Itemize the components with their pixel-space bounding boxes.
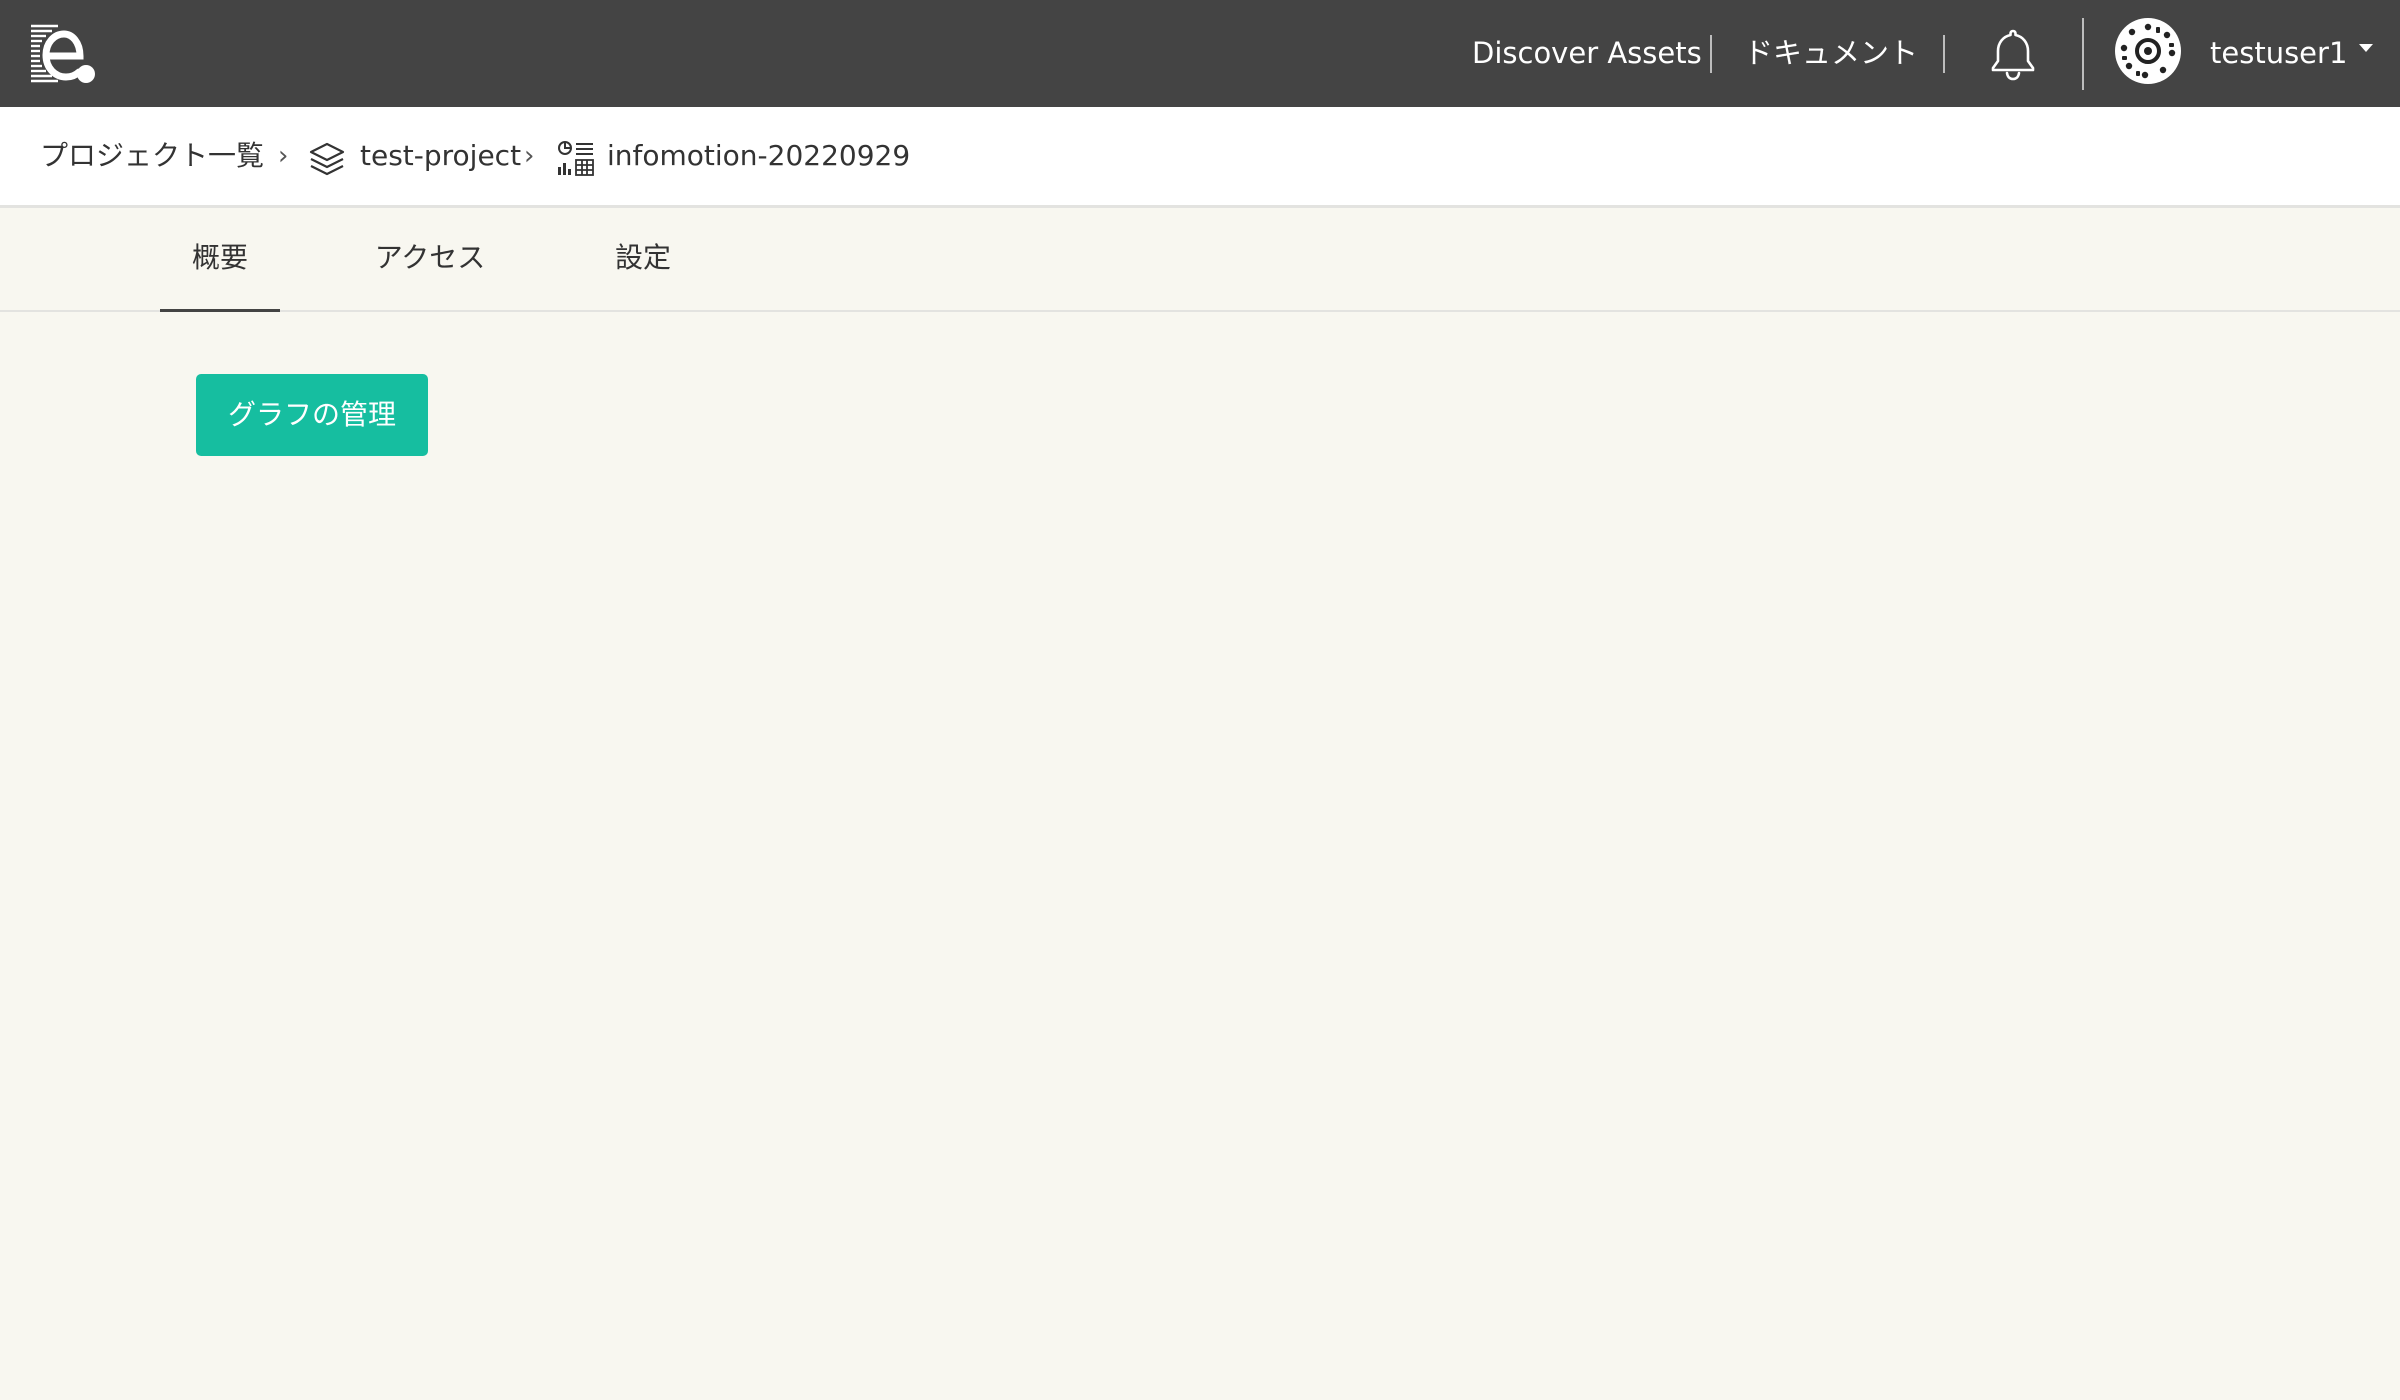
user-menu-toggle[interactable]: testuser1 (2210, 30, 2374, 76)
tab-access[interactable]: アクセス (360, 208, 500, 308)
breadcrumb-projects-link[interactable]: プロジェクト一覧 (40, 133, 264, 179)
top-navigation-bar: Discover Assets ドキュメント testuser1 (0, 0, 2400, 107)
nav-divider (1943, 35, 1945, 73)
tab-overview[interactable]: 概要 (160, 208, 280, 312)
tab-settings[interactable]: 設定 (590, 208, 696, 308)
caret-down-icon (2359, 44, 2374, 52)
tab-bar: 概要 アクセス 設定 (0, 208, 2400, 312)
nav-link-documents[interactable]: ドキュメント (1744, 30, 1918, 76)
app-logo-icon[interactable] (28, 20, 98, 86)
username-label: testuser1 (2210, 36, 2348, 70)
breadcrumb-project-link[interactable]: test-project (360, 133, 521, 179)
layers-icon (309, 142, 345, 176)
breadcrumb-current-dataset: infomotion-20220929 (607, 139, 911, 172)
breadcrumb-separator: › (524, 141, 535, 171)
manage-graph-button[interactable]: グラフの管理 (196, 374, 428, 456)
nav-divider (2082, 18, 2084, 90)
breadcrumb-separator: › (278, 141, 289, 171)
bell-icon[interactable] (1985, 26, 2041, 82)
dataset-icon (558, 141, 594, 176)
user-avatar-icon[interactable] (2115, 18, 2181, 84)
nav-link-discover-assets[interactable]: Discover Assets (1472, 30, 1702, 76)
breadcrumb: プロジェクト一覧 › test-project › infomotion-202… (0, 107, 2400, 208)
nav-divider (1710, 35, 1712, 73)
